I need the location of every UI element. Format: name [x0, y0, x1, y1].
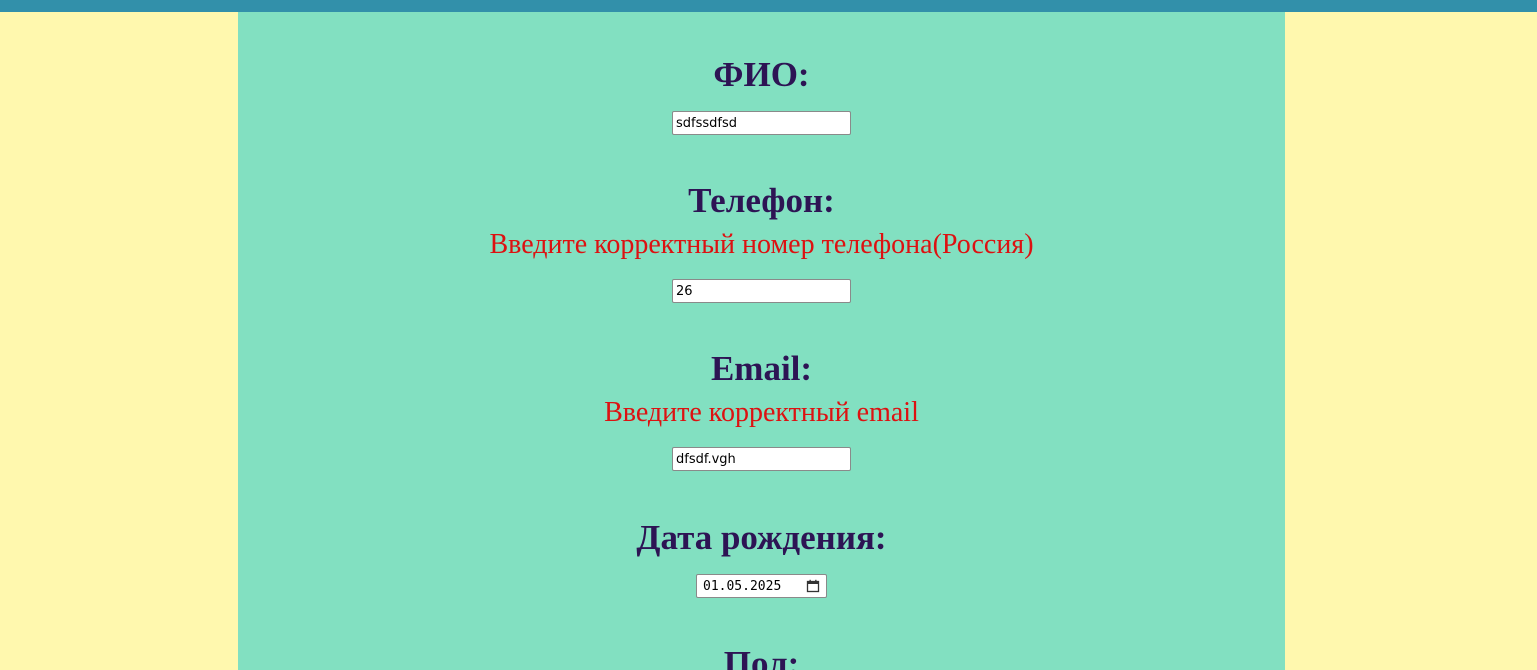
top-bar: [0, 0, 1537, 12]
fio-label: ФИО:: [713, 55, 810, 94]
birthdate-input[interactable]: 01 . 05 . 2025: [696, 574, 827, 598]
phone-error-message: Введите корректный номер телефона(Россия…: [489, 229, 1034, 260]
date-separator: .: [742, 578, 750, 594]
form-panel: ФИО: Телефон: Введите корректный номер т…: [238, 12, 1285, 670]
gender-label: Пол:: [723, 644, 800, 670]
date-separator: .: [718, 578, 727, 594]
calendar-icon[interactable]: [806, 579, 820, 593]
phone-label: Телефон:: [688, 181, 835, 220]
birthdate-month[interactable]: 05: [726, 579, 742, 594]
birthdate-year[interactable]: 2025: [750, 579, 781, 594]
email-input[interactable]: [672, 447, 851, 471]
birthdate-label: Дата рождения:: [636, 518, 887, 557]
birthdate-day[interactable]: 01: [703, 579, 719, 594]
email-error-message: Введите корректный email: [604, 397, 919, 428]
email-label: Email:: [710, 349, 813, 388]
fio-input[interactable]: [672, 111, 851, 135]
phone-input[interactable]: [672, 279, 851, 303]
